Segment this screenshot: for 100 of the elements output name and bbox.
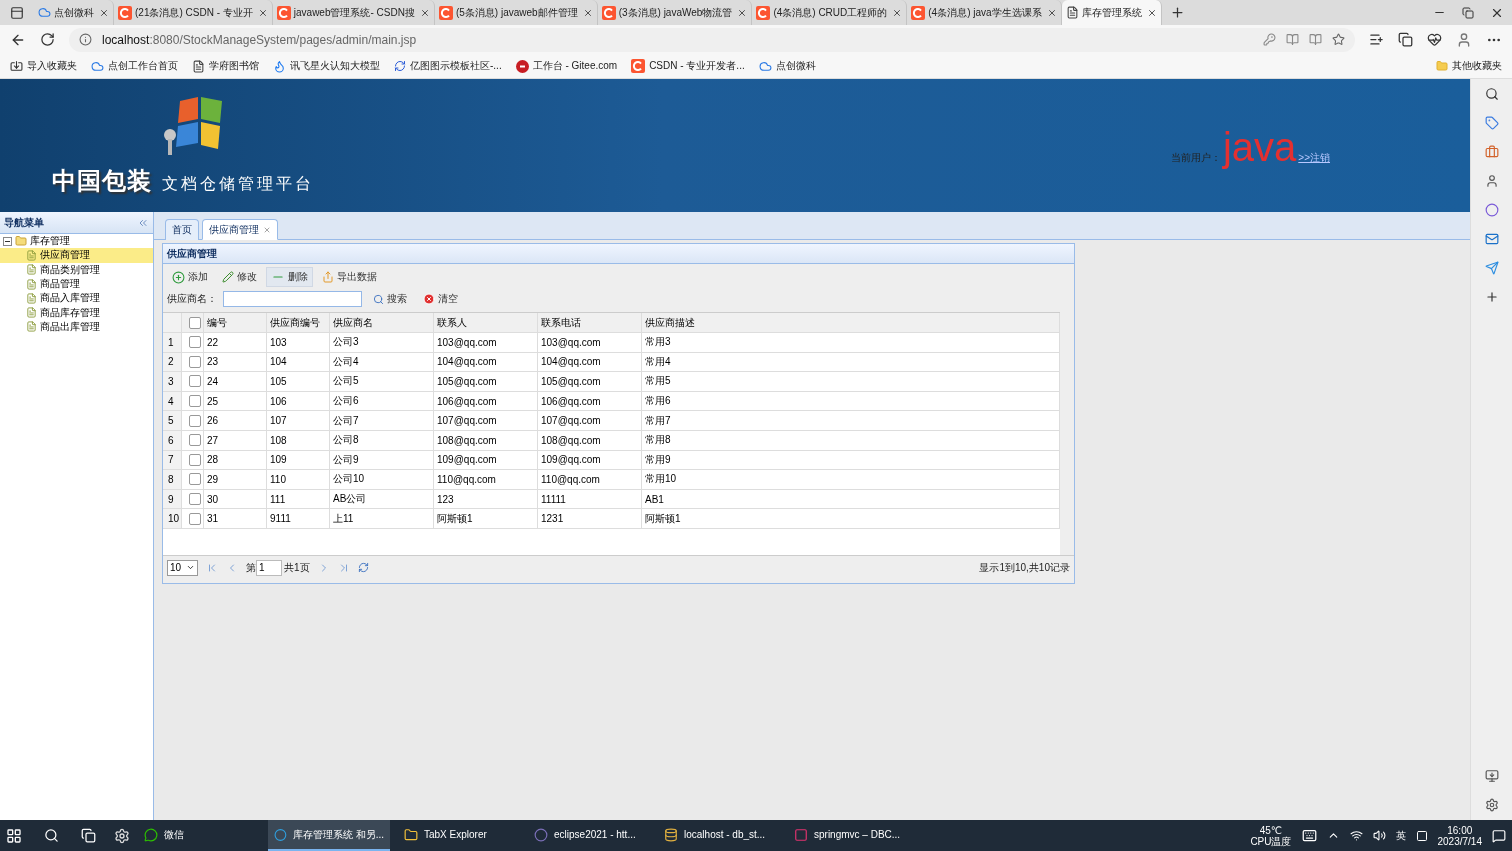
heart-icon[interactable] <box>1427 32 1442 47</box>
add-icon[interactable] <box>1484 290 1499 304</box>
checkbox[interactable] <box>189 453 201 466</box>
clear-button[interactable]: 清空 <box>418 289 463 309</box>
bookmark[interactable]: 导入收藏夹 <box>10 59 77 73</box>
close-icon[interactable] <box>892 7 903 18</box>
close-icon[interactable] <box>1046 7 1057 18</box>
column-header[interactable]: 编号 <box>204 313 267 332</box>
bookmark[interactable]: 点创微科 <box>758 59 816 73</box>
close-icon[interactable] <box>99 7 109 18</box>
clock[interactable]: 16:00 2023/7/14 <box>1437 824 1482 847</box>
toolbar-button[interactable]: 添加 <box>167 267 213 287</box>
toolbar-button[interactable]: 删除 <box>266 267 313 287</box>
network-icon[interactable] <box>1349 829 1363 842</box>
send-icon[interactable] <box>1484 261 1499 275</box>
checkbox[interactable] <box>189 493 201 506</box>
bookmark-folder[interactable]: 其他收藏夹 <box>1436 59 1502 73</box>
table-cell: 公司8 <box>330 430 434 450</box>
logout-link[interactable]: >>注销 <box>1298 151 1330 165</box>
search-button[interactable]: 搜索 <box>368 289 412 309</box>
info-icon[interactable] <box>79 33 92 46</box>
taskbar-item[interactable]: 微信 <box>138 820 260 851</box>
checkbox[interactable] <box>189 395 201 408</box>
tab-actions-icon[interactable] <box>10 5 24 20</box>
checkbox[interactable] <box>189 336 201 349</box>
briefcase-icon[interactable] <box>1484 145 1499 159</box>
tree-node[interactable]: 商品类别管理 <box>0 262 153 277</box>
address-bar[interactable]: localhost:8080/StockManageSystem/pages/admin/main.jsp <box>69 27 1355 52</box>
table-cell: 9111 <box>267 509 330 528</box>
taskbar-item[interactable]: 库存管理系统 和另... <box>268 820 390 851</box>
page-size-select[interactable]: 10 <box>167 559 198 576</box>
browser-tab[interactable]: 库存管理系统 <box>1061 0 1162 25</box>
restore-icon[interactable] <box>1462 6 1474 19</box>
checkbox[interactable] <box>189 473 201 486</box>
search-field[interactable] <box>223 291 362 307</box>
tree-node[interactable]: 供应商管理 <box>0 248 153 263</box>
close-icon[interactable] <box>1146 7 1157 18</box>
tree-node[interactable]: 商品出库管理 <box>0 319 153 335</box>
screen-icon[interactable] <box>1484 769 1499 783</box>
close-icon[interactable] <box>257 7 268 18</box>
reader-icon[interactable] <box>1309 33 1322 46</box>
tree-node[interactable]: 商品库存管理 <box>0 305 153 320</box>
bookmark[interactable]: 点创工作台首页 <box>91 59 178 73</box>
collections-icon[interactable] <box>1398 32 1413 47</box>
checkbox[interactable] <box>189 512 201 525</box>
table-cell: 104@qq.com <box>434 352 538 372</box>
column-header[interactable]: 供应商编号 <box>267 313 330 332</box>
minus-box-icon[interactable] <box>3 236 12 246</box>
cloud-icon <box>38 6 51 19</box>
tree-node[interactable]: 商品管理 <box>0 276 153 292</box>
checkbox[interactable] <box>189 316 201 329</box>
profile-icon[interactable] <box>1456 31 1472 48</box>
favorite-icon[interactable] <box>1332 33 1345 46</box>
bookmark[interactable]: 学府图书馆 <box>192 59 259 73</box>
settings-icon[interactable] <box>1484 798 1499 812</box>
bookmark[interactable]: 讯飞星火认知大模型 <box>273 59 380 73</box>
page-tab[interactable]: 供应商管理 <box>202 219 278 240</box>
page-tab[interactable]: 首页 <box>165 219 199 240</box>
favorites-icon[interactable] <box>1369 32 1384 47</box>
gear-icon[interactable] <box>114 827 130 844</box>
table-cell: 公司4 <box>330 352 434 372</box>
volume-icon[interactable] <box>1372 829 1386 842</box>
close-icon[interactable] <box>737 7 748 18</box>
checkbox[interactable] <box>189 434 201 447</box>
checkbox[interactable] <box>189 414 201 427</box>
toolbar-button[interactable]: 修改 <box>217 267 262 287</box>
refresh-icon[interactable] <box>357 562 369 574</box>
taskbar-item[interactable]: springmvc – DBC... <box>788 820 910 851</box>
new-tab-icon[interactable] <box>1169 5 1185 20</box>
column-header[interactable]: 联系电话 <box>538 313 642 332</box>
key-icon[interactable] <box>1263 33 1276 46</box>
taskbar-item[interactable]: eclipse2021 - htt... <box>528 820 650 851</box>
notification-icon[interactable] <box>1492 828 1506 843</box>
tree-node[interactable]: 库存管理 <box>0 234 153 249</box>
search-icon[interactable] <box>44 828 59 843</box>
checkbox[interactable] <box>189 355 201 368</box>
task-view-icon[interactable] <box>81 828 96 843</box>
bookmark[interactable]: 工作台 - Gitee.com <box>515 59 618 73</box>
taskbar-item[interactable]: TabX Explorer <box>398 820 520 851</box>
column-header[interactable]: 供应商描述 <box>642 313 1060 332</box>
close-icon[interactable] <box>419 7 430 18</box>
close-icon[interactable] <box>582 7 593 18</box>
toolbar-button[interactable]: 导出数据 <box>317 267 382 287</box>
column-header[interactable]: 联系人 <box>434 313 538 332</box>
checkbox[interactable] <box>189 375 201 388</box>
tree-node[interactable]: 商品入库管理 <box>0 291 153 306</box>
bookmark[interactable]: CSDN - 专业开发者... <box>631 59 745 73</box>
reload-icon[interactable] <box>40 32 55 47</box>
search-icon[interactable] <box>1484 87 1499 101</box>
circle-icon[interactable] <box>1484 203 1499 217</box>
page-input[interactable]: 1 <box>256 559 282 576</box>
input-method[interactable]: 英 <box>1395 828 1406 843</box>
taskbar-item[interactable]: localhost - db_st... <box>658 820 780 851</box>
column-header[interactable]: 供应商名 <box>330 313 434 332</box>
bookmark[interactable]: 亿图图示模板社区-... <box>394 59 502 73</box>
tag-icon[interactable] <box>1484 116 1499 130</box>
mail-icon[interactable] <box>1484 232 1499 246</box>
person-icon[interactable] <box>1484 174 1499 188</box>
start-icon[interactable] <box>6 827 22 844</box>
keyboard-icon[interactable] <box>1301 828 1317 843</box>
